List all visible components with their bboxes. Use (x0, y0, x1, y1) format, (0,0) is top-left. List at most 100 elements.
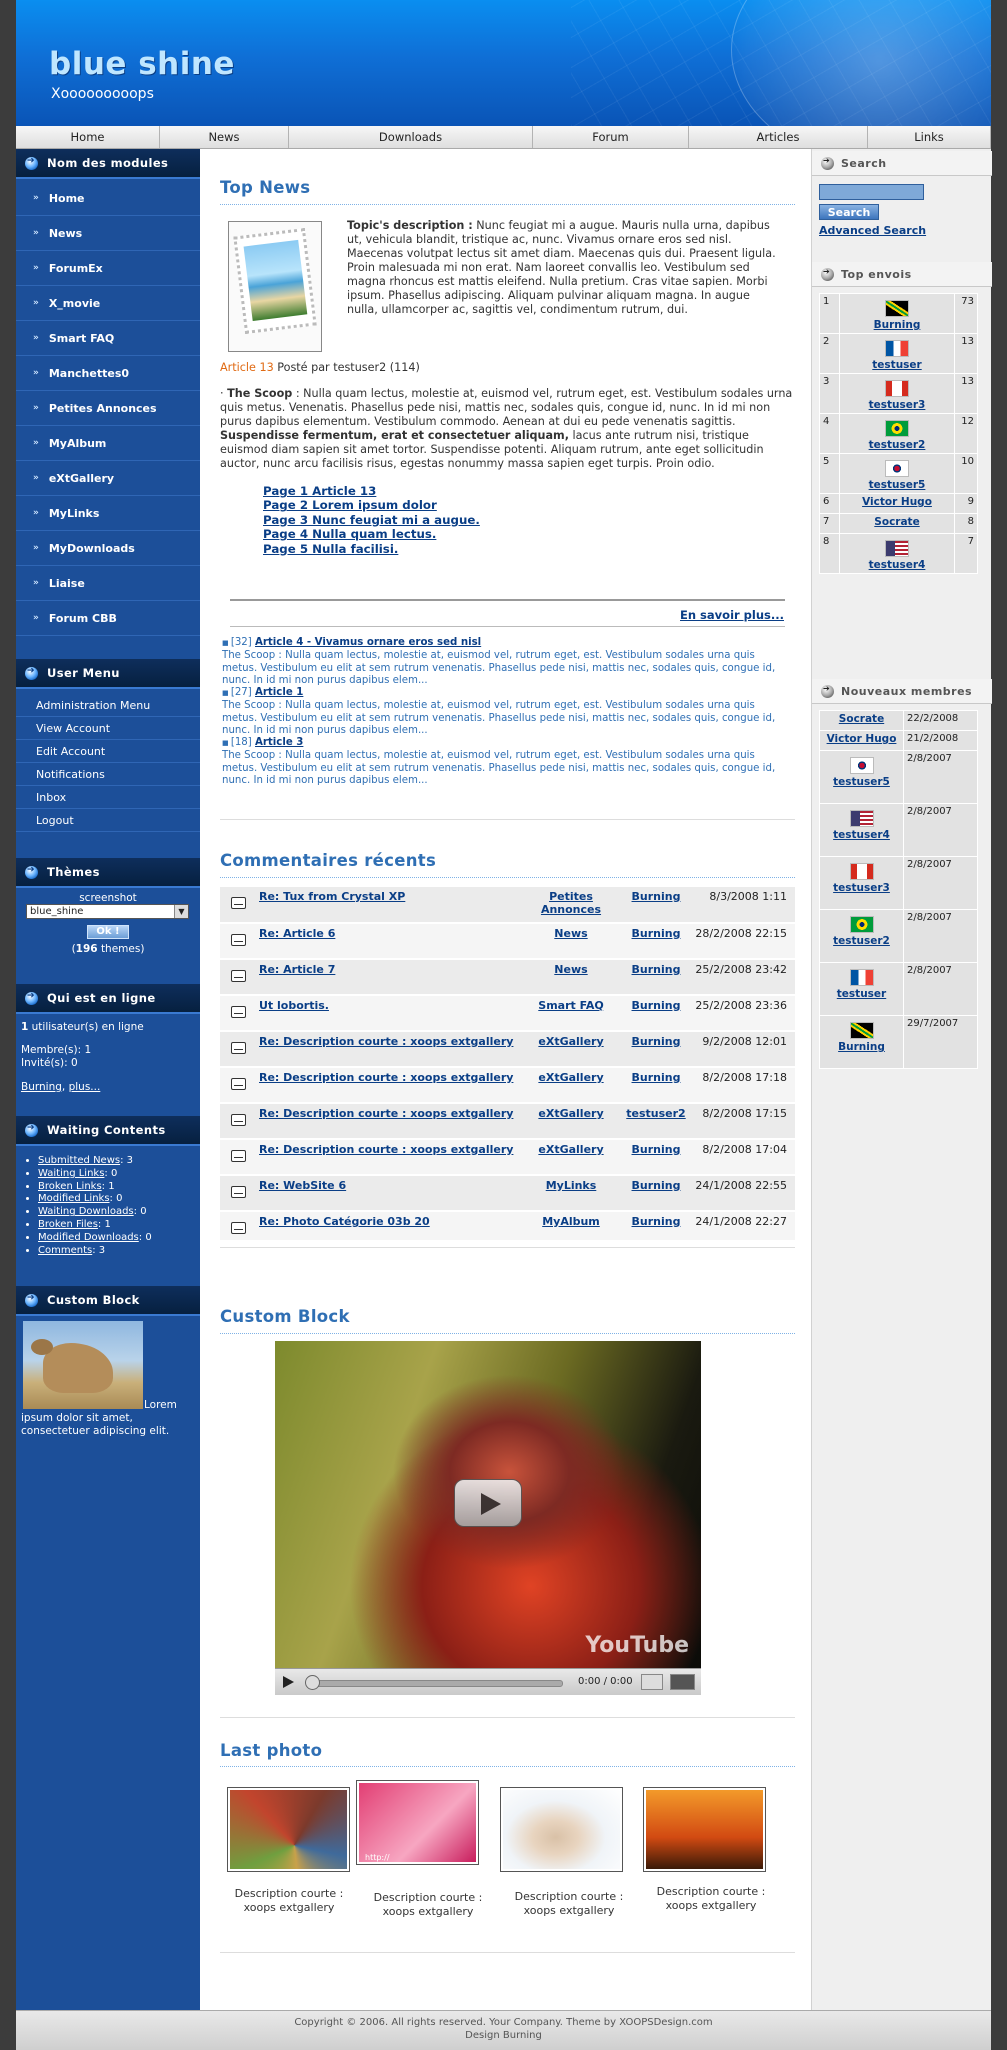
waiting-link[interactable]: Broken Links (38, 1181, 102, 1192)
comment-title-link[interactable]: Re: Article 6 (259, 927, 335, 940)
module-item[interactable]: » MyLinks (16, 496, 200, 531)
comment-user-link[interactable]: Burning (632, 1215, 681, 1228)
waiting-link[interactable]: Broken Files (38, 1219, 98, 1230)
article-page-link[interactable]: Page 5 Nulla facilisi. (263, 542, 480, 556)
member-link[interactable]: Burning (838, 1041, 885, 1053)
module-item[interactable]: » MyAlbum (16, 426, 200, 461)
module-item[interactable]: » MyDownloads (16, 531, 200, 566)
online-more-link[interactable]: plus... (69, 1081, 101, 1093)
comment-user-link[interactable]: testuser2 (626, 1107, 685, 1120)
module-item[interactable]: » Home (16, 181, 200, 216)
poster-link[interactable]: testuser4 (869, 559, 926, 571)
comment-user-link[interactable]: Burning (632, 927, 681, 940)
module-item[interactable]: » Manchettes0 (16, 356, 200, 391)
search-input[interactable] (819, 184, 924, 200)
module-item[interactable]: » Petites Annonces (16, 391, 200, 426)
article-page-link[interactable]: Page 4 Nulla quam lectus. (263, 527, 480, 541)
usermenu-item[interactable]: Notifications (16, 763, 200, 786)
nav-news[interactable]: News (160, 126, 289, 148)
photo-thumbnail[interactable]: http:// (356, 1780, 479, 1865)
member-link[interactable]: testuser4 (833, 829, 890, 841)
theme-select[interactable]: blue_shine ▼ (26, 904, 189, 919)
poster-link[interactable]: testuser (872, 359, 921, 371)
poster-link[interactable]: Burning (874, 319, 921, 331)
nav-downloads[interactable]: Downloads (289, 126, 533, 148)
poster-link[interactable]: Victor Hugo (862, 496, 932, 508)
comment-title-link[interactable]: Re: Description courte : xoops extgaller… (259, 1071, 513, 1084)
member-link[interactable]: testuser3 (833, 882, 890, 894)
photo-thumbnail[interactable] (227, 1787, 350, 1872)
fullscreen-icon[interactable] (670, 1674, 695, 1690)
nav-forum[interactable]: Forum (533, 126, 689, 148)
comment-title-link[interactable]: Re: Description courte : xoops extgaller… (259, 1107, 513, 1120)
news-title-link[interactable]: Article 4 - Vivamus ornare eros sed nisl (255, 637, 481, 648)
comment-module-link[interactable]: MyLinks (546, 1179, 597, 1192)
photo-thumbnail[interactable] (643, 1787, 766, 1872)
waiting-link[interactable]: Waiting Links (38, 1168, 104, 1179)
waiting-link[interactable]: Modified Links (38, 1193, 110, 1204)
poster-link[interactable]: Socrate (874, 516, 919, 528)
article-page-link[interactable]: Page 3 Nunc feugiat mi a augue. (263, 513, 480, 527)
comment-module-link[interactable]: Smart FAQ (538, 999, 603, 1012)
seek-bar[interactable] (308, 1680, 563, 1687)
module-item[interactable]: » Liaise (16, 566, 200, 601)
member-link[interactable]: testuser5 (833, 776, 890, 788)
advanced-search-link[interactable]: Advanced Search (819, 224, 926, 237)
member-link[interactable]: testuser2 (833, 935, 890, 947)
comment-user-link[interactable]: Burning (632, 890, 681, 903)
article-page-link[interactable]: Page 2 Lorem ipsum dolor (263, 498, 480, 512)
read-more-link[interactable]: En savoir plus... (680, 608, 784, 622)
comment-module-link[interactable]: MyAlbum (542, 1215, 600, 1228)
comment-title-link[interactable]: Re: WebSite 6 (259, 1179, 346, 1192)
usermenu-item[interactable]: Logout (16, 809, 200, 832)
waiting-link[interactable]: Waiting Downloads (38, 1206, 134, 1217)
photo-image[interactable]: http:// (359, 1783, 476, 1862)
waiting-link[interactable]: Comments (38, 1245, 92, 1256)
comment-module-link[interactable]: News (554, 963, 587, 976)
comment-title-link[interactable]: Re: Article 7 (259, 963, 335, 976)
nav-articles[interactable]: Articles (689, 126, 868, 148)
comment-title-link[interactable]: Re: Description courte : xoops extgaller… (259, 1035, 513, 1048)
comment-title-link[interactable]: Re: Description courte : xoops extgaller… (259, 1143, 513, 1156)
poster-link[interactable]: testuser3 (869, 399, 926, 411)
play-overlay-icon[interactable] (454, 1479, 522, 1527)
poster-link[interactable]: testuser5 (869, 479, 926, 491)
article-page-link[interactable]: Page 1 Article 13 (263, 484, 480, 498)
photo-image[interactable] (230, 1790, 347, 1869)
module-item[interactable]: » X_movie (16, 286, 200, 321)
nav-home[interactable]: Home (16, 126, 160, 148)
seek-handle[interactable] (305, 1675, 320, 1690)
nav-links[interactable]: Links (868, 126, 991, 148)
site-logo[interactable]: blue shine (49, 46, 235, 82)
member-link[interactable]: Socrate (839, 713, 884, 725)
comment-title-link[interactable]: Re: Photo Catégorie 03b 20 (259, 1215, 430, 1228)
comment-module-link[interactable]: News (554, 927, 587, 940)
module-item[interactable]: » Forum CBB (16, 601, 200, 636)
news-title-link[interactable]: Article 3 (255, 737, 303, 748)
comment-module-link[interactable]: eXtGallery (538, 1035, 603, 1048)
comment-user-link[interactable]: Burning (632, 1035, 681, 1048)
comment-user-link[interactable]: Burning (632, 1179, 681, 1192)
poster-link[interactable]: testuser2 (869, 439, 926, 451)
play-icon[interactable] (283, 1676, 294, 1688)
module-item[interactable]: » ForumEx (16, 251, 200, 286)
comment-module-link[interactable]: Petites Annonces (541, 890, 601, 916)
article-label[interactable]: Article 13 (220, 361, 274, 374)
comment-user-link[interactable]: Burning (632, 1071, 681, 1084)
news-title-link[interactable]: Article 1 (255, 687, 303, 698)
comment-user-link[interactable]: Burning (632, 999, 681, 1012)
volume-icon[interactable] (641, 1674, 663, 1690)
comment-module-link[interactable]: eXtGallery (538, 1071, 603, 1084)
member-link[interactable]: Victor Hugo (827, 733, 897, 745)
theme-ok-button[interactable]: Ok ! (87, 925, 129, 939)
video-player[interactable]: YouTube 0:00 / 0:00 (275, 1341, 701, 1695)
usermenu-item[interactable]: Inbox (16, 786, 200, 809)
comment-module-link[interactable]: eXtGallery (538, 1143, 603, 1156)
comment-user-link[interactable]: Burning (632, 963, 681, 976)
module-item[interactable]: » eXtGallery (16, 461, 200, 496)
comment-title-link[interactable]: Re: Tux from Crystal XP (259, 890, 405, 903)
usermenu-item[interactable]: Edit Account (16, 740, 200, 763)
member-link[interactable]: testuser (837, 988, 886, 1000)
waiting-link[interactable]: Modified Downloads (38, 1232, 139, 1243)
usermenu-item[interactable]: Administration Menu (16, 694, 200, 717)
